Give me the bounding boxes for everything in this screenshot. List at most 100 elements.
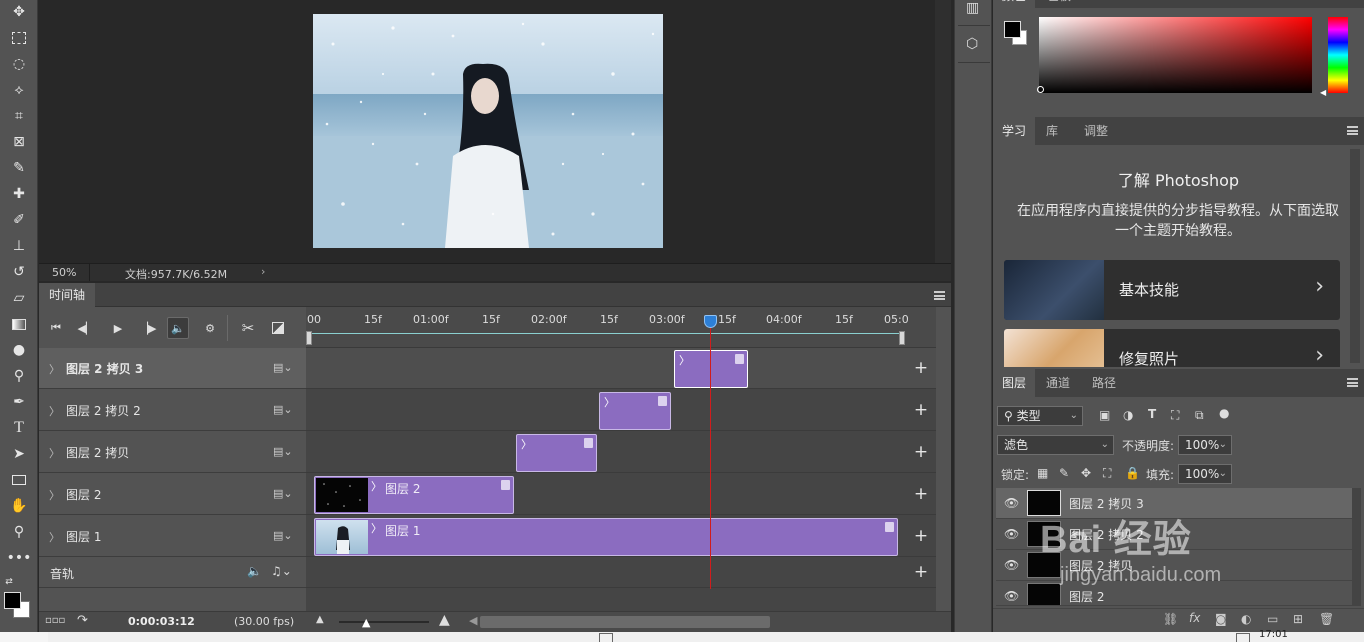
- zoom-out-mountain-icon[interactable]: ▲: [316, 614, 324, 625]
- hand-tool-icon[interactable]: ✋: [5, 494, 33, 518]
- add-media-button[interactable]: +: [911, 400, 931, 420]
- tab-learn[interactable]: 学习: [993, 117, 1036, 145]
- add-media-button[interactable]: +: [911, 484, 931, 504]
- track-header[interactable]: 〉 图层 2 拷贝 ▤⌄: [39, 432, 306, 473]
- layers-scrollbar[interactable]: [1352, 488, 1361, 606]
- render-video-icon[interactable]: ↷: [77, 613, 88, 628]
- visibility-eye-icon[interactable]: 👁: [1004, 527, 1019, 541]
- gradient-tool-icon[interactable]: [5, 312, 33, 336]
- new-group-folder-icon[interactable]: ▭: [1267, 612, 1278, 626]
- next-frame-icon[interactable]: ▕▶: [137, 317, 159, 339]
- tab-layers[interactable]: 图层: [993, 369, 1036, 397]
- music-note-icon[interactable]: ♫⌄: [271, 564, 292, 578]
- visibility-eye-icon[interactable]: 👁: [1004, 589, 1019, 603]
- track-header[interactable]: 〉 图层 1 ▤⌄: [39, 516, 306, 557]
- tab-timeline[interactable]: 时间轴: [39, 283, 96, 307]
- lock-all-icon[interactable]: 🔒: [1125, 466, 1140, 480]
- split-clip-scissors-icon[interactable]: ✂: [237, 317, 259, 339]
- lock-artboard-icon[interactable]: ⛶: [1103, 466, 1111, 481]
- marquee-tool-icon[interactable]: [5, 26, 33, 50]
- hue-slider-thumb-icon[interactable]: ◀: [1320, 88, 1326, 97]
- color-field[interactable]: [1039, 17, 1312, 93]
- expand-chevron-icon[interactable]: 〉: [49, 445, 60, 461]
- visibility-eye-icon[interactable]: 👁: [1004, 496, 1019, 510]
- transition-icon[interactable]: [267, 317, 289, 339]
- tab-color[interactable]: 颜色: [993, 0, 1036, 8]
- layers-panel-menu-icon[interactable]: [1347, 378, 1358, 387]
- filter-toggle-icon[interactable]: ●: [1219, 406, 1229, 420]
- clip-end-icon[interactable]: [501, 480, 510, 490]
- opacity-input[interactable]: 100% ⌄: [1178, 435, 1232, 455]
- film-strip-icon[interactable]: ▤⌄: [273, 445, 293, 458]
- start-button[interactable]: [0, 632, 48, 642]
- work-area-start-handle[interactable]: [306, 331, 312, 345]
- track-lane[interactable]: [306, 432, 936, 473]
- quick-select-tool-icon[interactable]: ⟡: [5, 78, 33, 102]
- taskbar-app-icon[interactable]: [599, 633, 613, 642]
- lock-position-icon[interactable]: ✥: [1081, 466, 1091, 480]
- tab-libraries[interactable]: 库: [1037, 117, 1067, 145]
- hue-slider[interactable]: [1328, 17, 1348, 93]
- film-strip-icon[interactable]: ▤⌄: [273, 487, 293, 500]
- work-area-bar[interactable]: [307, 333, 903, 334]
- previous-frame-icon[interactable]: ◀▏: [75, 317, 97, 339]
- zoom-level[interactable]: 50%: [52, 266, 76, 279]
- move-tool-icon[interactable]: ✥: [5, 0, 33, 24]
- rectangle-tool-icon[interactable]: [5, 468, 33, 492]
- foreground-color-swatch[interactable]: [4, 592, 21, 609]
- zoom-tool-icon[interactable]: ⚲: [5, 520, 33, 544]
- blur-tool-icon[interactable]: ●: [5, 338, 33, 362]
- layer-style-fx-icon[interactable]: fx: [1189, 611, 1200, 625]
- learn-card-basic-skills[interactable]: 基本技能 ›: [1004, 260, 1340, 320]
- learn-card-fix-photos[interactable]: 修复照片 ›: [1004, 329, 1340, 367]
- clip-end-icon[interactable]: [584, 438, 593, 448]
- work-area-end-handle[interactable]: [899, 331, 905, 345]
- layer-filter-select[interactable]: ⚲ 类型 ⌄: [997, 406, 1083, 426]
- timeline-horizontal-scrollbar[interactable]: [480, 616, 770, 628]
- type-tool-icon[interactable]: T: [5, 416, 33, 440]
- clip-end-icon[interactable]: [885, 522, 894, 532]
- film-strip-icon[interactable]: ▤⌄: [273, 361, 293, 374]
- dodge-tool-icon[interactable]: ⚲: [5, 364, 33, 388]
- lock-image-pixels-icon[interactable]: ✎: [1059, 466, 1069, 480]
- tab-adjustments[interactable]: 调整: [1075, 117, 1117, 145]
- tab-paths[interactable]: 路径: [1083, 369, 1125, 397]
- brush-tool-icon[interactable]: ✐: [5, 208, 33, 232]
- more-tools-icon[interactable]: •••: [5, 546, 33, 570]
- track-lane[interactable]: [306, 348, 936, 389]
- clip-layer-2-copy-2[interactable]: 〉: [599, 392, 671, 430]
- playhead-line[interactable]: [710, 321, 711, 589]
- eyedropper-tool-icon[interactable]: ✎: [5, 156, 33, 180]
- track-header[interactable]: 〉 图层 2 拷贝 3 ▤⌄: [39, 348, 306, 389]
- expand-chevron-icon[interactable]: 〉: [49, 403, 60, 419]
- clip-end-icon[interactable]: [658, 396, 667, 406]
- filter-smart-object-icon[interactable]: ⧉: [1195, 408, 1204, 423]
- filter-type-icon[interactable]: T: [1148, 407, 1156, 421]
- properties-panel-icon[interactable]: ▥: [966, 0, 979, 16]
- tab-channels[interactable]: 通道: [1037, 369, 1079, 397]
- add-media-button[interactable]: +: [911, 358, 931, 378]
- 3d-panel-icon[interactable]: ⬡: [966, 36, 978, 52]
- filter-shape-icon[interactable]: ⛶: [1171, 408, 1179, 423]
- go-to-first-frame-icon[interactable]: ⏮: [45, 317, 67, 339]
- healing-brush-tool-icon[interactable]: ✚: [5, 182, 33, 206]
- filter-pixel-icon[interactable]: ▣: [1099, 408, 1110, 422]
- delete-layer-trash-icon[interactable]: 🗑: [1319, 612, 1334, 626]
- link-layers-icon[interactable]: ⛓: [1163, 612, 1178, 626]
- track-header[interactable]: 〉 图层 2 ▤⌄: [39, 474, 306, 515]
- settings-gear-icon[interactable]: ⚙: [199, 317, 221, 339]
- clip-layer-2-copy-3[interactable]: 〉: [674, 350, 748, 388]
- crop-tool-icon[interactable]: ⌗: [5, 104, 33, 128]
- color-picker-cursor[interactable]: [1037, 86, 1044, 93]
- tab-swatches[interactable]: 色板: [1038, 0, 1080, 8]
- status-menu-chevron-icon[interactable]: ›: [261, 265, 265, 278]
- add-mask-icon[interactable]: ◙: [1215, 612, 1227, 626]
- new-layer-icon[interactable]: ⊞: [1293, 612, 1303, 626]
- lasso-tool-icon[interactable]: ◌: [5, 52, 33, 76]
- clone-stamp-tool-icon[interactable]: ⊥: [5, 234, 33, 258]
- scroll-left-icon[interactable]: ◀: [469, 614, 477, 627]
- new-adjustment-layer-icon[interactable]: ◐: [1241, 612, 1251, 626]
- play-icon[interactable]: ▶: [107, 317, 129, 339]
- track-header[interactable]: 〉 图层 2 拷贝 2 ▤⌄: [39, 390, 306, 431]
- filter-adjustment-icon[interactable]: ◑: [1123, 408, 1133, 422]
